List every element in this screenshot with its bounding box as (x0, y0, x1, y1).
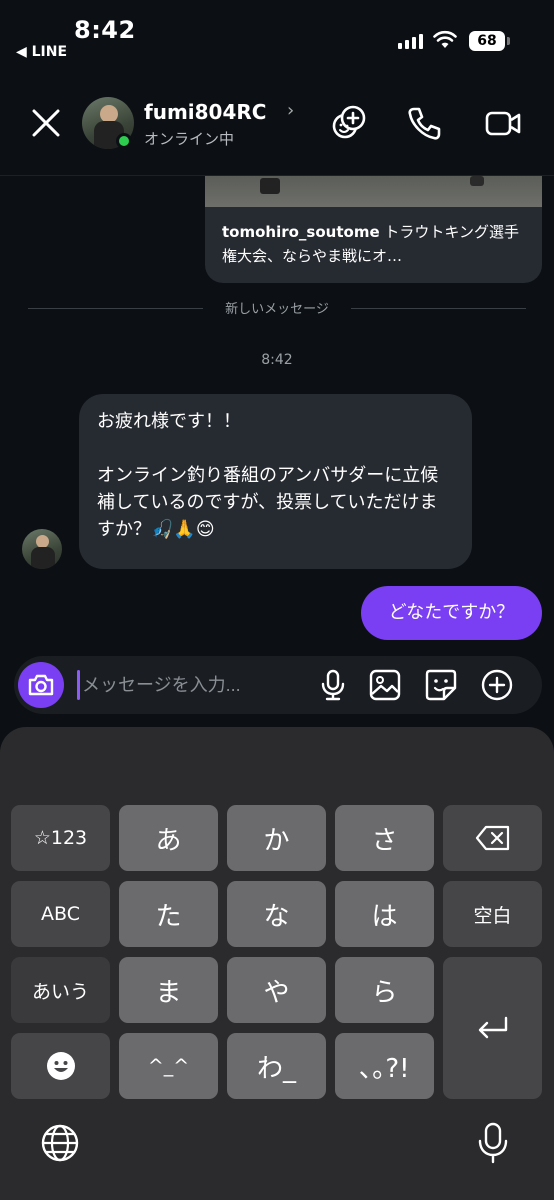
camera-button[interactable] (18, 662, 64, 708)
key-ha[interactable]: は (335, 881, 434, 947)
shared-post-author: tomohiro_soutome (222, 223, 380, 241)
key-ta[interactable]: た (119, 881, 218, 947)
backspace-icon (475, 825, 509, 851)
message-composer (14, 656, 542, 714)
key-sa[interactable]: さ (335, 805, 434, 871)
return-icon (478, 1016, 507, 1039)
key-return[interactable] (443, 957, 542, 1099)
key-abc[interactable]: ABC (11, 881, 110, 947)
shared-post-card[interactable]: tomohiro_soutome トラウトキング選手権大会、ならやま戦にオ… (205, 176, 542, 283)
microphone-icon[interactable] (316, 668, 350, 702)
image-icon[interactable] (368, 668, 402, 702)
key-ra[interactable]: ら (335, 957, 434, 1023)
sticker-icon[interactable] (424, 668, 458, 702)
message-timestamp: 8:42 (261, 352, 293, 368)
key-symbols[interactable]: ☆123 (11, 805, 110, 871)
incoming-message-bubble[interactable]: お疲れ様です！！ オンライン釣り番組のアンバサダーに立候補しているのですが、投票… (79, 394, 472, 569)
chevron-right-icon[interactable]: › (287, 100, 294, 121)
key-backspace[interactable] (443, 805, 542, 871)
battery-indicator: 68 (469, 31, 505, 51)
text-caret (77, 670, 80, 700)
presence-status: オンライン中 (144, 130, 235, 148)
shared-post-caption: tomohiro_soutome トラウトキング選手権大会、ならやま戦にオ… (222, 220, 527, 268)
battery-tip (507, 37, 510, 45)
wifi-icon (433, 30, 457, 48)
video-call-icon[interactable] (484, 104, 522, 142)
camera-icon (28, 674, 54, 696)
status-time: 8:42 (74, 16, 136, 44)
cellular-signal-icon (398, 33, 423, 49)
back-to-line-link[interactable]: ◀ LINE (16, 44, 67, 60)
key-hiragana[interactable]: あいう (11, 957, 110, 1023)
incoming-message-text: お疲れ様です！！ オンライン釣り番組のアンバサダーに立候補しているのですが、投票… (97, 411, 439, 540)
globe-icon[interactable] (40, 1123, 80, 1163)
key-emoji[interactable] (11, 1033, 110, 1099)
japanese-keyboard: ☆123 あ か さ ABC た な は 空白 あいう ま や ら ^_^ わ_… (0, 727, 554, 1200)
shared-post-image (205, 176, 542, 207)
key-a[interactable]: あ (119, 805, 218, 871)
close-icon[interactable] (28, 105, 64, 141)
emoji-icon (46, 1052, 75, 1080)
key-kaomoji[interactable]: ^_^ (119, 1033, 218, 1099)
key-space[interactable]: 空白 (443, 881, 542, 947)
online-indicator (116, 133, 132, 149)
phone-icon[interactable] (405, 104, 443, 142)
plus-icon[interactable] (480, 668, 514, 702)
key-wa[interactable]: わ_ (227, 1033, 326, 1099)
dictation-microphone-icon[interactable] (476, 1121, 510, 1165)
chat-username[interactable]: fumi804RC (144, 100, 266, 124)
add-friend-icon[interactable] (330, 104, 368, 142)
chat-header: fumi804RC › オンライン中 (0, 80, 554, 175)
new-messages-label: 新しいメッセージ (225, 302, 329, 317)
message-input[interactable] (82, 668, 304, 702)
key-ma[interactable]: ま (119, 957, 218, 1023)
key-ka[interactable]: か (227, 805, 326, 871)
new-messages-separator: 新しいメッセージ (28, 298, 526, 318)
key-na[interactable]: な (227, 881, 326, 947)
key-punctuation[interactable]: ､｡?! (335, 1033, 434, 1099)
sender-avatar[interactable] (22, 529, 62, 569)
outgoing-message-bubble[interactable]: どなたですか？ (361, 586, 542, 640)
status-bar: 8:42 ◀ LINE 68 (0, 0, 554, 70)
key-ya[interactable]: や (227, 957, 326, 1023)
